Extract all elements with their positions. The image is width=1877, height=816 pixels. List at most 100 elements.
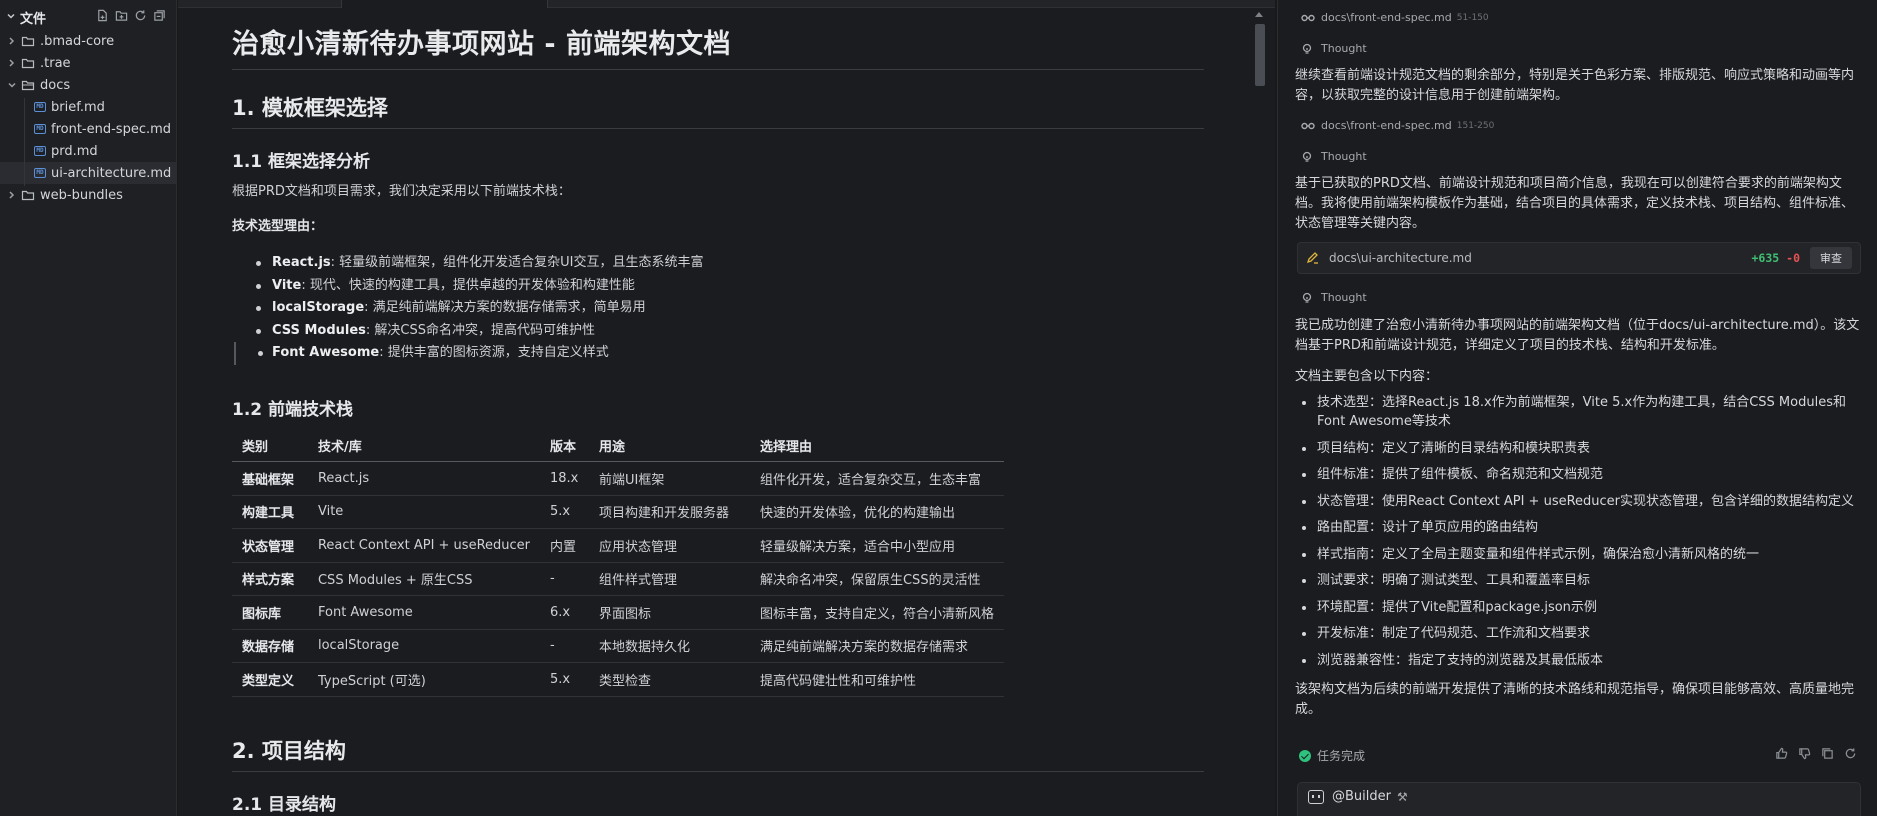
editor-scrollbar-thumb[interactable] (1255, 24, 1265, 86)
paragraph-bold: 技术选型理由： (232, 219, 324, 234)
list-item: Font Awesome: 提供丰富的图标资源，支持自定义样式 (234, 342, 1204, 365)
table-cell: CSS Modules + 原生CSS (307, 562, 540, 596)
robot-icon (1308, 789, 1324, 804)
thought-toggle[interactable]: Thought (1301, 150, 1367, 163)
table-cell: 提高代码健壮性和可维护性 (749, 662, 1004, 697)
section-heading: 1. 模板框架选择 (232, 92, 1204, 129)
table-cell: 18.x (540, 461, 589, 496)
tree-file-ui-architecture[interactable]: MD ui-architecture.md (0, 162, 176, 184)
tree-item-label: .trae (40, 55, 71, 71)
chat-input-box[interactable]: @Builder ⚒ (1297, 782, 1861, 816)
markdown-file-icon: MD (34, 124, 46, 134)
thumbs-up-icon[interactable] (1775, 747, 1788, 764)
folder-open-icon (21, 78, 35, 92)
table-cell: 类型检查 (588, 662, 750, 697)
active-editor-tab[interactable] (341, 0, 548, 8)
table-cell: localStorage (307, 629, 540, 663)
summary-list: 技术选型：选择React.js 18.x作为前端框架，Vite 5.x作为构建工… (1295, 393, 1865, 677)
viewed-file-reference[interactable]: docs\front-end-spec.md 51-150 (1301, 11, 1489, 24)
tree-item-label: ui-architecture.md (51, 165, 172, 181)
new-folder-icon[interactable] (115, 9, 128, 26)
list-item: localStorage: 满足纯前端解决方案的数据存储需求，简单易用 (248, 297, 1204, 320)
table-row: 图标库 Font Awesome 6.x 界面图标 图标丰富，支持自定义，符合小清新风格 (232, 595, 1004, 630)
viewed-file-reference[interactable]: docs\front-end-spec.md 151-250 (1301, 119, 1494, 132)
markdown-file-icon: MD (34, 168, 46, 178)
table-cell: 数据存储 (232, 629, 308, 663)
bulb-icon (1302, 151, 1312, 162)
table-cell: 基础框架 (232, 461, 308, 496)
table-header-cell: 版本 (540, 429, 589, 462)
thought-toggle[interactable]: Thought (1301, 291, 1367, 304)
summary-list-item: 浏览器兼容性：指定了支持的浏览器及其最低版本 (1295, 651, 1865, 670)
copy-icon[interactable] (1821, 747, 1834, 764)
summary-list-item: 组件标准：提供了组件模板、命名规范和文档规范 (1295, 465, 1865, 484)
chevron-down-icon[interactable] (6, 10, 16, 25)
edit-pen-icon (1306, 252, 1318, 264)
review-button[interactable]: 审查 (1810, 247, 1852, 269)
bulb-icon (1302, 292, 1312, 303)
diff-stats: +635 -0 (1751, 251, 1801, 265)
thought-label: Thought (1321, 42, 1367, 55)
scroll-up-arrow-icon[interactable] (1255, 12, 1263, 17)
thumbs-down-icon[interactable] (1798, 747, 1811, 764)
tree-file-brief[interactable]: MD brief.md (0, 96, 176, 118)
tree-item-label: brief.md (51, 99, 105, 115)
table-cell: React.js (307, 461, 540, 496)
table-cell: 5.x (540, 662, 589, 697)
tree-folder-bmad-core[interactable]: .bmad-core (0, 30, 176, 52)
refresh-icon[interactable] (134, 9, 147, 26)
document-title: 治愈小清新待办事项网站 - 前端架构文档 (232, 22, 1204, 70)
regenerate-icon[interactable] (1844, 747, 1857, 764)
file-edit-card[interactable]: docs\ui-architecture.md +635 -0 审查 (1297, 242, 1861, 274)
glasses-icon (1301, 122, 1315, 129)
table-cell: 轻量级解决方案，适合中小型应用 (749, 528, 1004, 563)
tree-item-label: docs (40, 77, 71, 93)
editor-tab-strip (178, 0, 1275, 8)
task-complete-label: 任务完成 (1317, 749, 1366, 763)
summary-list-item: 状态管理：使用React Context API + useReducer实现状… (1295, 492, 1865, 511)
agent-selector[interactable]: @Builder ⚒ (1308, 789, 1408, 804)
table-row: 状态管理 React Context API + useReducer 内置 应用状态… (232, 528, 1004, 563)
table-row: 构建工具 Vite 5.x 项目构建和开发服务器 快速的开发体验，优化的构建输出 (232, 495, 1004, 529)
list-item: React.js: 轻量级前端框架，组件化开发适合复杂UI交互，且生态系统丰富 (248, 252, 1204, 275)
table-row: 类型定义 TypeScript (可选) 5.x 类型检查 提高代码健壮性和可维护性 (232, 662, 1004, 697)
table-cell: 5.x (540, 495, 589, 529)
collapse-all-icon[interactable] (153, 9, 166, 26)
table-cell: 图标库 (232, 595, 308, 630)
file-tree: .bmad-core .trae docs MD brief.md MD fro… (0, 30, 176, 206)
tree-folder-trae[interactable]: .trae (0, 52, 176, 74)
list-item: CSS Modules: 解决CSS命名冲突，提高代码可维护性 (248, 320, 1204, 343)
thought-toggle[interactable]: Thought (1301, 42, 1367, 55)
table-cell: 图标丰富，支持自定义，符合小清新风格 (749, 595, 1004, 630)
table-cell: - (540, 562, 589, 596)
paragraph: 根据PRD文档和项目需求，我们决定采用以下前端技术栈： (232, 184, 571, 199)
assistant-message: 该架构文档为后续的前端开发提供了清晰的技术路线和规范指导，确保项目能够高效、高质… (1295, 682, 1855, 717)
chevron-right-icon (6, 189, 18, 201)
document-body: 治愈小清新待办事项网站 - 前端架构文档 1. 模板框架选择 1.1 框架选择分… (232, 22, 1204, 816)
tree-folder-web-bundles[interactable]: web-bundles (0, 184, 176, 206)
table-cell: 项目构建和开发服务器 (588, 495, 750, 529)
table-cell: 类型定义 (232, 662, 308, 697)
new-file-icon[interactable] (96, 9, 109, 26)
table-row: 样式方案 CSS Modules + 原生CSS - 组件样式管理 解决命名冲突，保留原… (232, 562, 1004, 596)
table-cell: Font Awesome (307, 595, 540, 630)
tree-file-prd[interactable]: MD prd.md (0, 140, 176, 162)
explorer-title: 文件 (20, 11, 47, 27)
folder-icon (21, 188, 35, 202)
table-cell: - (540, 629, 589, 663)
task-complete-status: 任务完成 (1299, 747, 1365, 764)
summary-list-item: 技术选型：选择React.js 18.x作为前端框架，Vite 5.x作为构建工… (1295, 393, 1865, 431)
tree-file-front-end-spec[interactable]: MD front-end-spec.md (0, 118, 176, 140)
subsection-heading: 2.1 目录结构 (232, 794, 337, 815)
summary-list-item: 测试要求：明确了测试类型、工具和覆盖率目标 (1295, 571, 1865, 590)
bulb-icon (1302, 43, 1312, 54)
explorer-actions (96, 9, 176, 26)
assistant-message: 继续查看前端设计规范文档的剩余部分，特别是关于色彩方案、排版规范、响应式策略和动… (1295, 68, 1855, 103)
tree-item-label: .bmad-core (40, 33, 115, 49)
table-cell: 状态管理 (232, 528, 308, 563)
table-row: 基础框架 React.js 18.x 前端UI框架 组件化开发，适合复杂交互，生态丰富 (232, 461, 1004, 496)
table-cell: 组件样式管理 (588, 562, 750, 596)
tools-icon[interactable]: ⚒ (1397, 790, 1408, 804)
tree-folder-docs[interactable]: docs (0, 74, 176, 96)
table-cell: 前端UI框架 (588, 461, 750, 496)
